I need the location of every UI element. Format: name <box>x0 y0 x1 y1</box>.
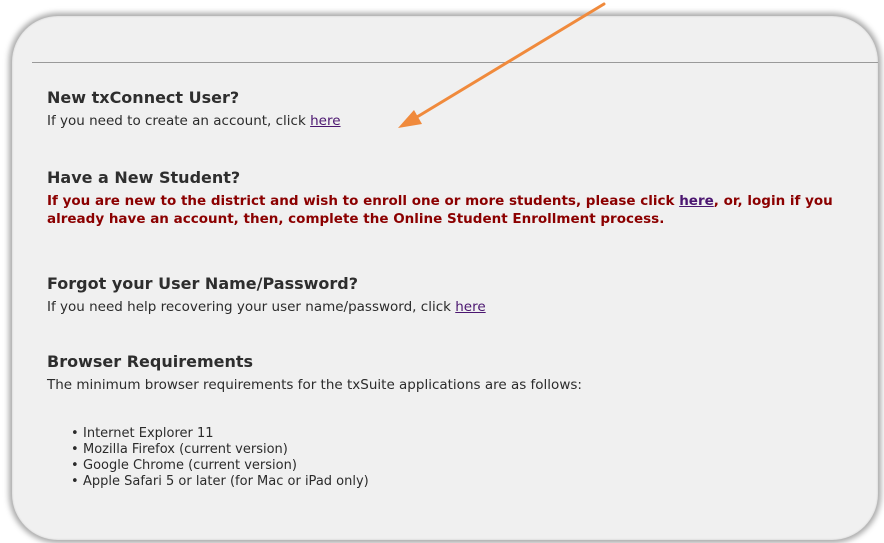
list-item: Mozilla Firefox (current version) <box>71 442 847 458</box>
forgot-credentials-heading: Forgot your User Name/Password? <box>47 274 359 293</box>
forgot-credentials-description: If you need help recovering your user na… <box>47 299 456 315</box>
new-student-description-start: If you are new to the district and wish … <box>47 193 680 209</box>
create-account-link[interactable]: here <box>310 113 340 129</box>
list-item: Internet Explorer 11 <box>71 426 847 442</box>
new-user-text: If you need to create an account, click … <box>47 112 847 130</box>
divider <box>32 62 878 63</box>
list-item: Google Chrome (current version) <box>71 458 847 474</box>
new-student-heading: Have a New Student? <box>47 168 241 187</box>
browser-requirements-heading: Browser Requirements <box>47 352 254 371</box>
new-user-heading: New txConnect User? <box>47 88 240 107</box>
new-student-text: If you are new to the district and wish … <box>47 192 847 228</box>
browser-requirements-section: Browser Requirements The minimum browser… <box>47 352 847 490</box>
browser-requirements-text: The minimum browser requirements for the… <box>47 377 582 393</box>
new-user-section: New txConnect User? If you need to creat… <box>47 88 847 130</box>
forgot-credentials-text: If you need help recovering your user na… <box>47 298 847 316</box>
enroll-student-link[interactable]: here <box>679 193 714 209</box>
new-student-section: Have a New Student? If you are new to th… <box>47 168 847 228</box>
list-item: Apple Safari 5 or later (for Mac or iPad… <box>71 474 847 490</box>
forgot-credentials-section: Forgot your User Name/Password? If you n… <box>47 274 847 316</box>
browser-requirements-list: Internet Explorer 11 Mozilla Firefox (cu… <box>47 426 847 490</box>
recover-credentials-link[interactable]: here <box>455 299 485 315</box>
new-user-description: If you need to create an account, click <box>47 113 311 129</box>
